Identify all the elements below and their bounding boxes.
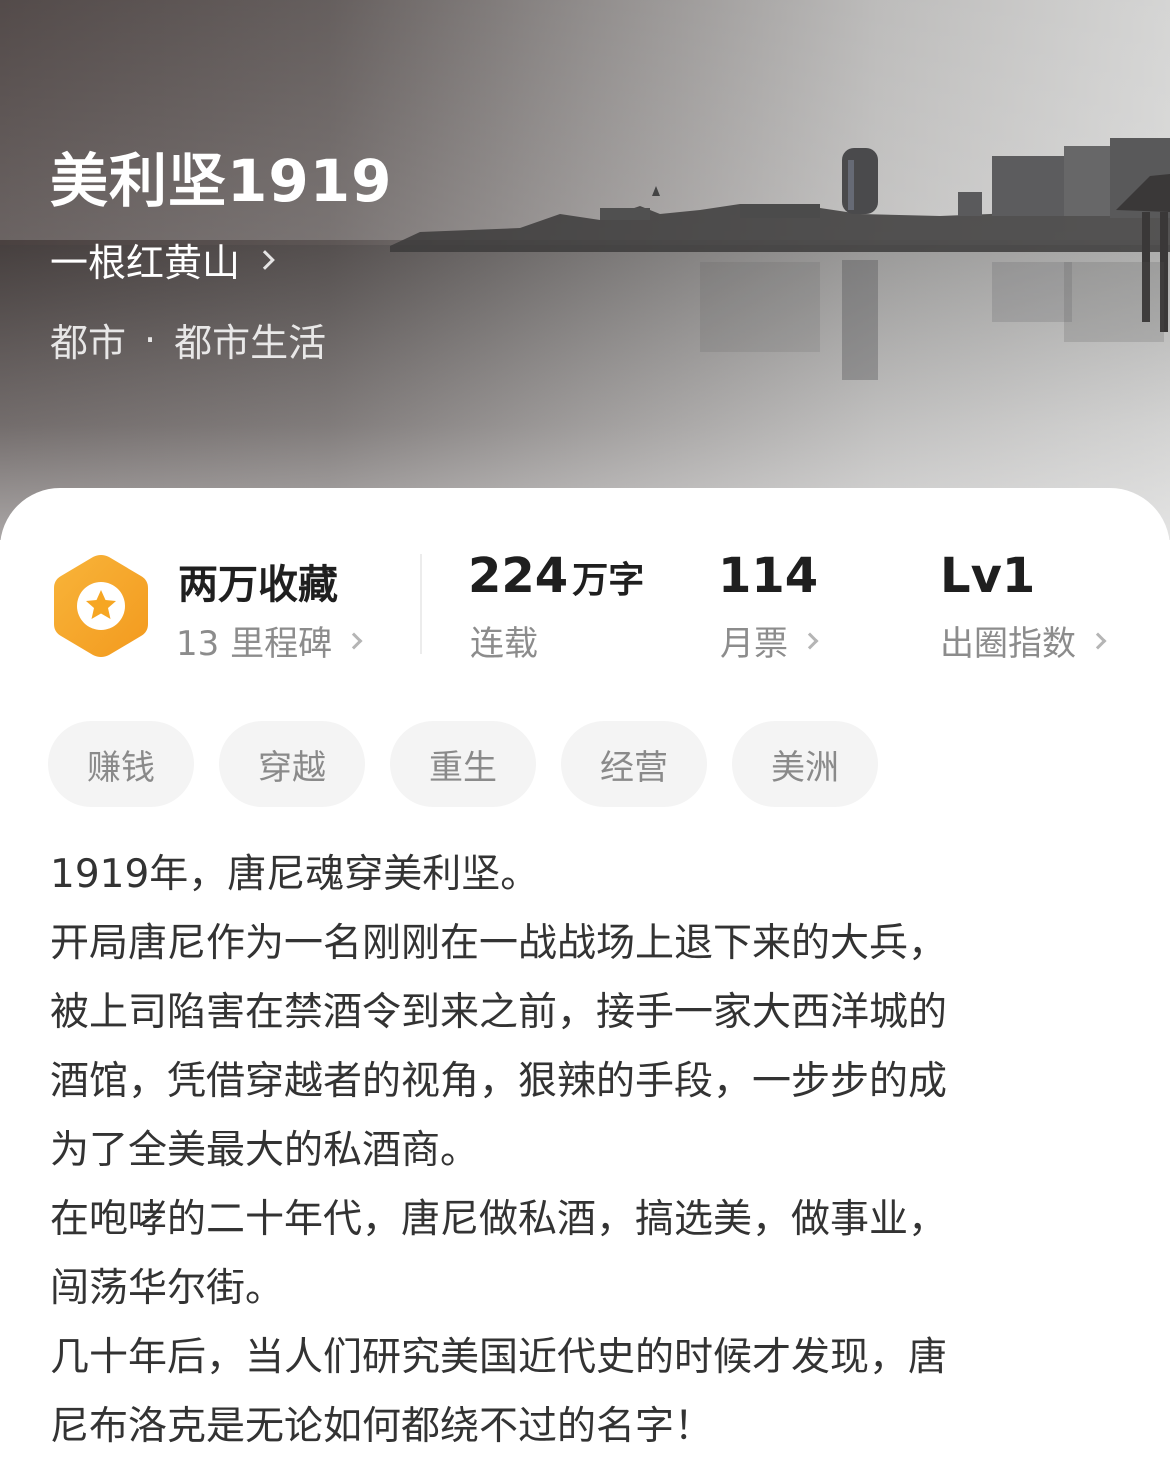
milestones-link[interactable]: 13 里程碑	[176, 616, 363, 665]
book-info-card: 两万收藏 13 里程碑 224 万字 连载 114 月票 Lv1 出圈指数 赚钱 …	[0, 488, 1170, 1471]
tag-chip[interactable]: 美洲	[732, 721, 878, 807]
description-line: 1919年，唐尼魂穿美利坚。	[50, 852, 540, 897]
influence-index-link[interactable]: 出圈指数	[940, 616, 1107, 665]
author-name: 一根红黄山	[50, 241, 241, 285]
chevron-right-icon	[255, 249, 275, 270]
description-line: 在咆哮的二十年代，唐尼做私酒，搞选美，做事业，	[50, 1197, 948, 1242]
milestones-label: 13 里程碑	[176, 624, 333, 664]
favorites-title: 两万收藏	[178, 562, 338, 608]
hero-banner: 美利坚1919 一根红黄山 都市 · 都市生活	[0, 0, 1170, 540]
monthly-votes-label: 月票	[720, 624, 788, 664]
word-count-value: 224	[468, 548, 569, 604]
word-count: 224 万字	[468, 548, 644, 604]
chevron-right-icon	[1089, 632, 1107, 649]
book-description: 1919年，唐尼魂穿美利坚。 开局唐尼作为一名刚刚在一战战场上退下来的大兵， 被…	[50, 840, 1125, 1461]
chevron-right-icon	[801, 632, 819, 649]
genre-separator: ·	[144, 317, 157, 362]
genre-sub: 都市生活	[174, 321, 327, 365]
description-line: 被上司陷害在禁酒令到来之前，接手一家大西洋城的	[50, 990, 948, 1035]
tag-chip[interactable]: 赚钱	[48, 721, 194, 807]
monthly-votes-link[interactable]: 月票	[720, 616, 819, 665]
word-count-unit: 万字	[572, 560, 645, 601]
influence-index-label: 出圈指数	[940, 624, 1076, 664]
tag-chip[interactable]: 重生	[390, 721, 536, 807]
description-line: 闯荡华尔街。	[50, 1266, 285, 1311]
tag-chip[interactable]: 穿越	[219, 721, 365, 807]
description-line: 尼布洛克是无论如何都绕不过的名字！	[50, 1404, 714, 1449]
book-title: 美利坚1919	[50, 147, 393, 215]
stats-row: 两万收藏 13 里程碑 224 万字 连载 114 月票 Lv1 出圈指数	[0, 488, 1170, 688]
description-line: 酒馆，凭借穿越者的视角，狠辣的手段，一步步的成	[50, 1059, 948, 1104]
description-line: 几十年后，当人们研究美国近代史的时候才发现，唐	[50, 1335, 948, 1380]
influence-level: Lv1	[940, 548, 1036, 604]
author-link[interactable]: 一根红黄山	[50, 232, 275, 287]
tag-chip[interactable]: 经营	[561, 721, 707, 807]
serial-status: 连载	[470, 624, 538, 664]
description-line: 为了全美最大的私酒商。	[50, 1128, 480, 1173]
tag-list: 赚钱 穿越 重生 经营 美洲	[48, 721, 878, 807]
monthly-votes-value: 114	[718, 548, 819, 604]
chevron-right-icon	[345, 632, 363, 649]
genre-main: 都市	[50, 321, 127, 365]
stats-divider	[420, 554, 422, 654]
description-line: 开局唐尼作为一名刚刚在一战战场上退下来的大兵，	[50, 921, 948, 966]
star-hexagon-icon	[54, 555, 148, 657]
genre-line: 都市 · 都市生活	[50, 312, 326, 367]
